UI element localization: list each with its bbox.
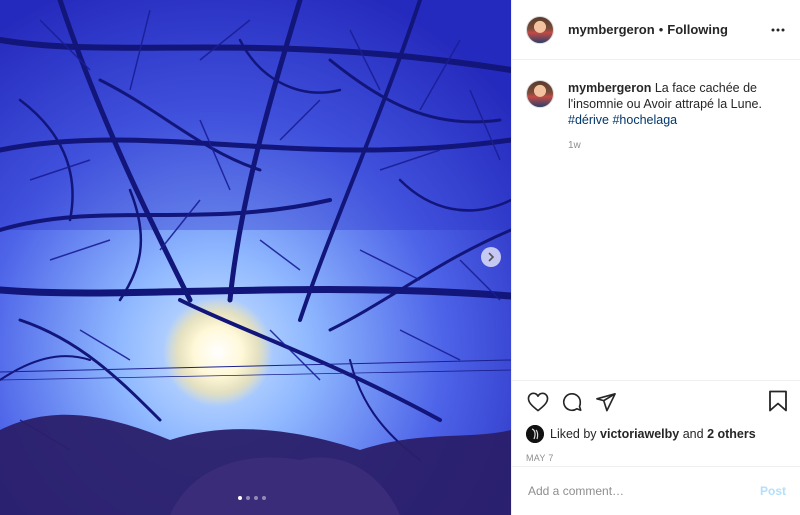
post-header: mymbergeron • Following bbox=[512, 0, 800, 60]
liker-username[interactable]: victoriawelby bbox=[600, 427, 679, 441]
separator: • bbox=[658, 22, 664, 37]
likes-others-link[interactable]: 2 others bbox=[707, 427, 756, 441]
likes-conjunction: and bbox=[682, 427, 704, 441]
caption-text: mymbergeron La face cachée de l'insomnie… bbox=[568, 80, 788, 128]
carousel-next-button[interactable] bbox=[481, 247, 501, 267]
liker-avatar[interactable] bbox=[526, 425, 544, 443]
heart-icon bbox=[527, 392, 549, 412]
post-photo[interactable] bbox=[0, 0, 511, 515]
post-caption: mymbergeron La face cachée de l'insomnie… bbox=[526, 80, 788, 151]
more-options-button[interactable] bbox=[770, 22, 786, 38]
hashtag-link[interactable]: #dérive bbox=[568, 113, 609, 127]
more-horizontal-icon bbox=[771, 28, 785, 32]
post-comment-button[interactable]: Post bbox=[760, 484, 786, 498]
bookmark-icon bbox=[769, 390, 787, 412]
comment-button[interactable] bbox=[560, 390, 584, 414]
chevron-right-icon bbox=[488, 252, 495, 262]
carousel-dot bbox=[238, 496, 242, 500]
carousel-dot bbox=[254, 496, 258, 500]
avatar[interactable] bbox=[526, 80, 554, 108]
carousel-dot bbox=[262, 496, 266, 500]
post-actions: Liked by victoriawelby and 2 others MAY … bbox=[512, 380, 800, 463]
save-button[interactable] bbox=[768, 390, 788, 417]
carousel-indicator bbox=[238, 496, 266, 500]
comment-icon bbox=[562, 393, 582, 412]
avatar[interactable] bbox=[526, 15, 554, 44]
likes-summary: Liked by victoriawelby and 2 others bbox=[512, 423, 800, 445]
hashtag-link[interactable]: #hochelaga bbox=[612, 113, 677, 127]
following-button[interactable]: Following bbox=[667, 22, 728, 37]
avatar bbox=[526, 425, 544, 443]
likes-prefix: Liked by bbox=[550, 427, 597, 441]
caption-timestamp[interactable]: 1w bbox=[568, 140, 788, 151]
like-button[interactable] bbox=[526, 390, 550, 414]
post-username[interactable]: mymbergeron bbox=[568, 22, 655, 37]
comment-form: Post bbox=[512, 466, 800, 515]
comment-input[interactable] bbox=[526, 483, 760, 499]
post-date[interactable]: MAY 7 bbox=[512, 453, 800, 463]
post-detail-panel: mymbergeron • Following mymbergeron La f… bbox=[511, 0, 800, 515]
carousel-dot bbox=[246, 496, 250, 500]
share-icon bbox=[596, 393, 616, 412]
share-button[interactable] bbox=[594, 390, 618, 414]
caption-username[interactable]: mymbergeron bbox=[568, 81, 651, 95]
moon-tree-image bbox=[0, 0, 511, 515]
